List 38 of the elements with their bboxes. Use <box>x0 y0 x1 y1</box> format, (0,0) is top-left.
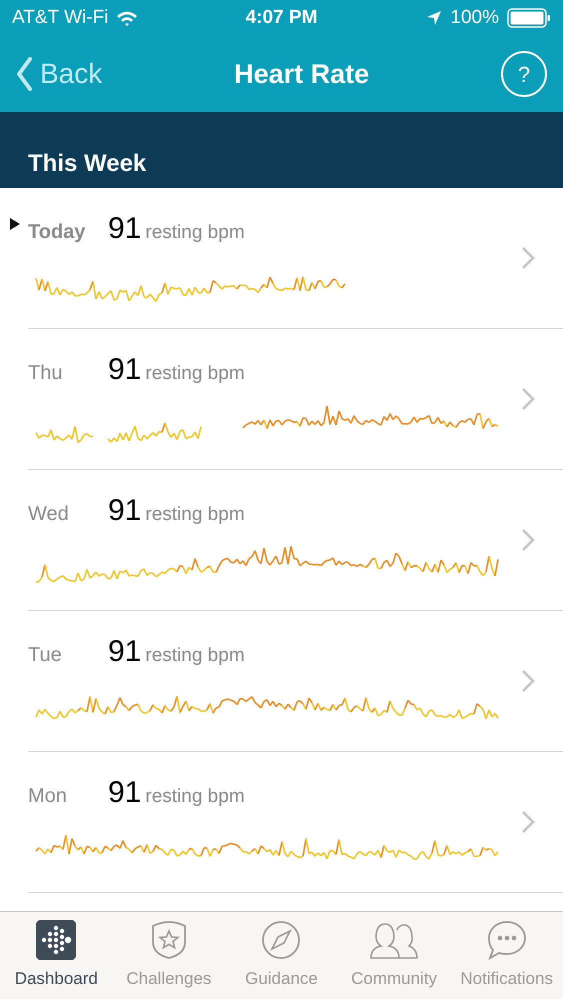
bpm-unit: resting bpm <box>145 503 245 527</box>
chevron-right-icon <box>521 387 535 411</box>
chevron-right-icon <box>521 810 535 834</box>
day-label: Mon <box>28 784 68 809</box>
location-arrow-icon <box>426 10 442 26</box>
bpm-value: 91 <box>108 493 142 529</box>
bpm-value: 91 <box>108 211 142 247</box>
day-row[interactable]: Thu 91 resting bpm <box>28 329 563 470</box>
battery-icon <box>507 8 551 28</box>
chevron-left-icon <box>16 57 32 91</box>
clock-time: 4:07 PM <box>246 6 318 30</box>
bpm-unit: resting bpm <box>145 644 245 668</box>
tab-bar-item[interactable]: Dashboard <box>0 912 113 999</box>
section-title: This Week <box>28 149 146 179</box>
battery-percent: 100% <box>450 6 499 30</box>
day-label: Today <box>28 220 86 245</box>
carrier-text: AT&T Wi-Fi <box>12 6 108 30</box>
bpm-unit: resting bpm <box>145 221 245 245</box>
bpm-value: 91 <box>108 634 142 670</box>
bpm-value: 91 <box>108 775 142 811</box>
day-row[interactable]: Tue 91 resting bpm <box>28 611 563 752</box>
compass-icon <box>261 920 302 960</box>
screen-title: Heart Rate <box>234 58 370 91</box>
day-label: Thu <box>28 361 64 386</box>
bpm-unit: resting bpm <box>145 785 245 809</box>
day-row[interactable]: Today 91 resting bpm <box>28 188 563 329</box>
chevron-right-icon <box>521 528 535 552</box>
bpm-unit: resting bpm <box>145 362 245 386</box>
chevron-right-icon <box>521 246 535 270</box>
day-row[interactable]: Wed 91 resting bpm <box>28 470 563 611</box>
day-label: Tue <box>28 643 63 668</box>
dots-logo-icon <box>36 920 76 960</box>
wifi-icon <box>116 10 138 26</box>
day-row[interactable]: Mon 91 resting bpm <box>28 752 563 893</box>
day-label: Wed <box>28 502 70 527</box>
chat-bubble-icon <box>486 920 527 960</box>
bpm-value: 91 <box>108 352 142 388</box>
chevron-right-icon <box>521 669 535 693</box>
